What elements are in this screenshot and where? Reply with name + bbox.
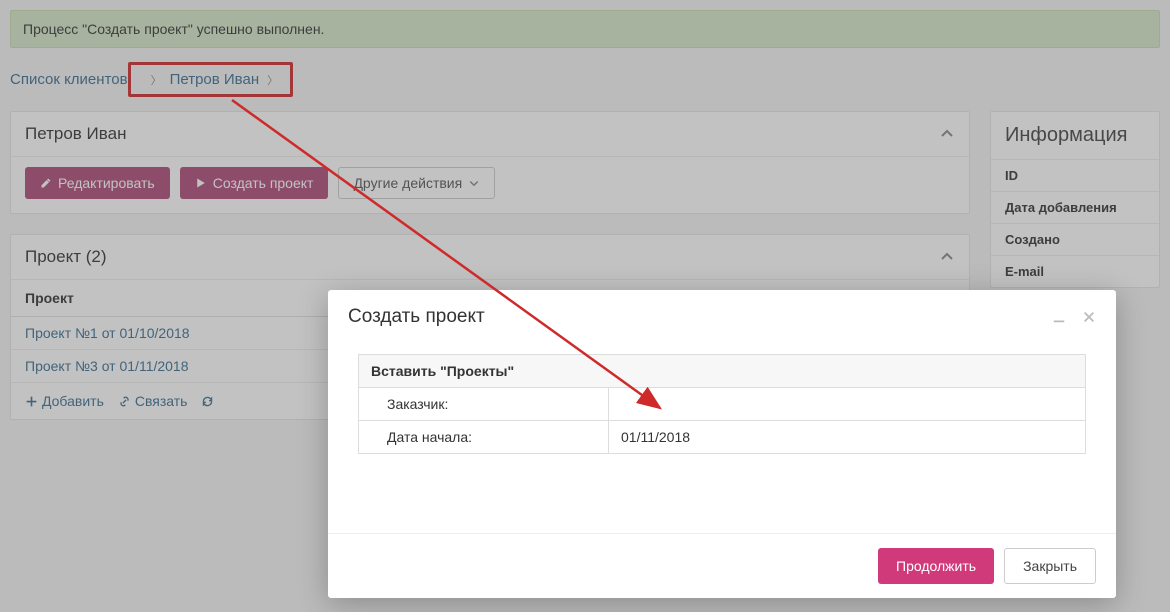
refresh-icon <box>201 395 214 408</box>
close-icon[interactable] <box>1082 310 1096 324</box>
chevron-up-icon[interactable] <box>939 249 955 265</box>
info-panel: Информация ID Дата добавления Создано E-… <box>990 111 1160 288</box>
info-title: Информация <box>991 112 1159 159</box>
refresh-button[interactable] <box>201 395 214 408</box>
info-row-created: Создано <box>991 223 1159 255</box>
info-row-id: ID <box>991 159 1159 191</box>
close-button[interactable]: Закрыть <box>1004 548 1096 584</box>
chevron-down-icon <box>468 177 480 189</box>
minimize-icon[interactable] <box>1052 310 1066 324</box>
breadcrumb-root[interactable]: Список клиентов <box>10 71 128 88</box>
add-project-button[interactable]: Добавить <box>25 393 104 409</box>
other-actions-button[interactable]: Другие действия <box>338 167 495 199</box>
link-icon <box>118 395 131 408</box>
create-project-label: Создать проект <box>213 175 314 191</box>
modal-row-startdate-label: Дата начала: <box>359 421 609 454</box>
modal-row-customer-value[interactable] <box>609 388 1086 421</box>
plus-icon <box>25 395 38 408</box>
create-project-modal: Создать проект Вставить "Проекты" Заказч… <box>328 290 1116 598</box>
info-row-email: E-mail <box>991 255 1159 287</box>
chevron-right-icon: 〉 <box>151 72 162 88</box>
projects-title: Проект (2) <box>25 247 107 267</box>
link-project-button[interactable]: Связать <box>118 393 188 409</box>
breadcrumb-current-highlight: 〉 Петров Иван 〉 <box>128 62 294 97</box>
pencil-icon <box>40 177 52 189</box>
other-actions-label: Другие действия <box>353 175 462 191</box>
modal-title: Создать проект <box>348 306 485 328</box>
play-icon <box>195 177 207 189</box>
success-banner: Процесс "Создать проект" успешно выполне… <box>10 10 1160 48</box>
modal-row-startdate-value[interactable]: 01/11/2018 <box>609 421 1086 454</box>
modal-form-table: Вставить "Проекты" Заказчик: Дата начала… <box>358 354 1086 454</box>
info-row-date: Дата добавления <box>991 191 1159 223</box>
chevron-up-icon[interactable] <box>939 126 955 142</box>
client-panel: Петров Иван Редактировать Создать проек <box>10 111 970 214</box>
chevron-right-icon: 〉 <box>267 72 278 88</box>
continue-button[interactable]: Продолжить <box>878 548 994 584</box>
create-project-button[interactable]: Создать проект <box>180 167 329 199</box>
client-title: Петров Иван <box>25 124 126 144</box>
breadcrumb-current[interactable]: Петров Иван <box>170 71 260 88</box>
breadcrumb: Список клиентов 〉 Петров Иван 〉 <box>10 62 1160 97</box>
edit-button[interactable]: Редактировать <box>25 167 170 199</box>
success-text: Процесс "Создать проект" успешно выполне… <box>23 21 324 37</box>
edit-button-label: Редактировать <box>58 175 155 191</box>
add-project-label: Добавить <box>42 393 104 409</box>
link-project-label: Связать <box>135 393 188 409</box>
modal-row-customer-label: Заказчик: <box>359 388 609 421</box>
modal-form-header: Вставить "Проекты" <box>359 355 1086 388</box>
